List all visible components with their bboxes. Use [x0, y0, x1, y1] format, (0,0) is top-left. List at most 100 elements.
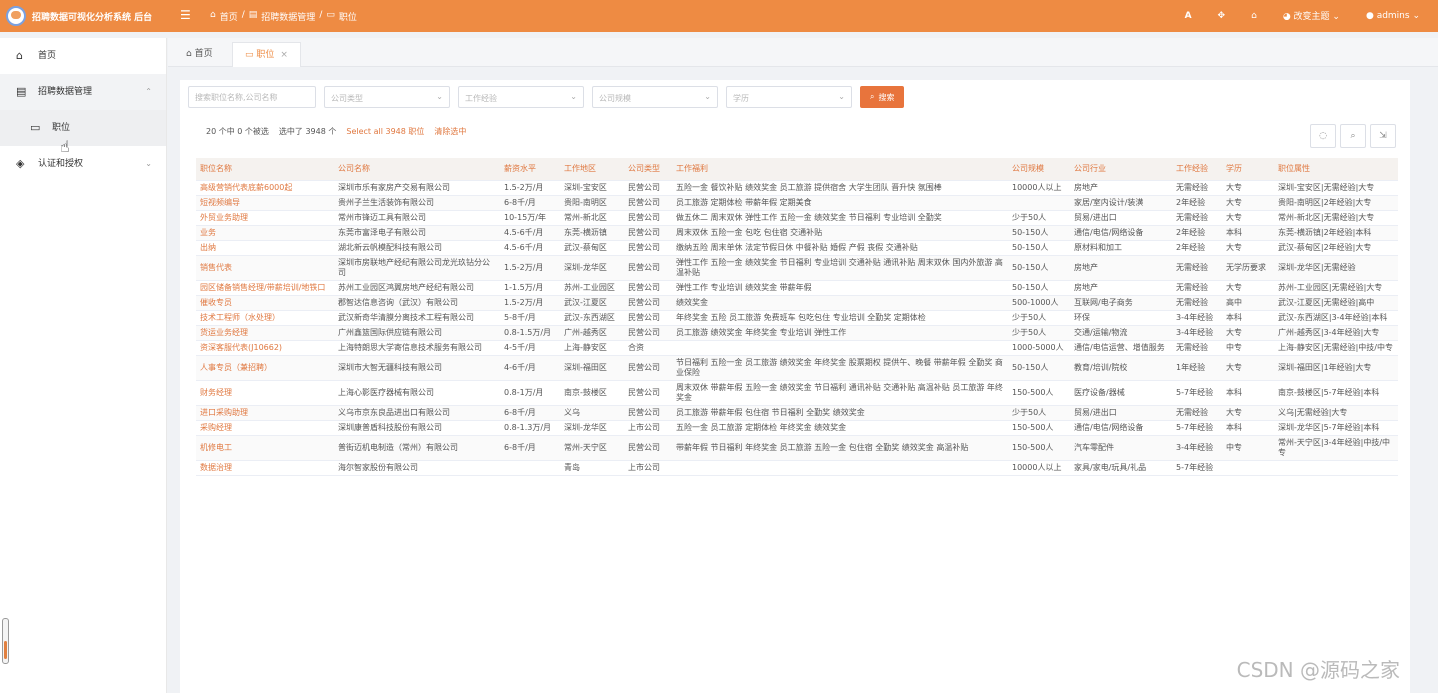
job-icon: ▭ [326, 10, 335, 20]
job-title-cell[interactable]: 外贸业务助理 [196, 210, 334, 226]
job-title-cell[interactable]: 销售代表 [196, 255, 334, 281]
experience-cell: 1年经验 [1172, 355, 1222, 381]
education-select[interactable]: 学历 ⌄ [726, 86, 852, 108]
column-header[interactable]: 公司类型 [624, 158, 672, 181]
job-title-cell[interactable]: 进口采购助理 [196, 405, 334, 421]
column-header[interactable]: 工作经验 [1172, 158, 1222, 181]
job-title-cell[interactable]: 资深客服代表(J10662) [196, 340, 334, 356]
job-title-cell[interactable]: 人事专员（兼招聘） [196, 355, 334, 381]
scroll-indicator[interactable] [2, 618, 9, 664]
salary-cell [500, 460, 560, 476]
tab-home[interactable]: ⌂ 首页 [174, 42, 225, 66]
company-type-select[interactable]: 公司类型 ⌄ [324, 86, 450, 108]
education-cell: 本科 [1222, 225, 1274, 241]
education-cell: 大专 [1222, 325, 1274, 341]
user-menu[interactable]: ● admins ⌄ [1366, 11, 1420, 21]
table-row[interactable]: 业务 东莞市富泽电子有限公司 4.5-6千/月 东莞-横沥镇 民营公司 周末双休 五险一金… [196, 225, 1398, 241]
clear-selection-link[interactable]: 清除选中 [434, 126, 466, 137]
experience-cell: 5-7年经验 [1172, 420, 1222, 436]
job-title-cell[interactable]: 短视频编导 [196, 195, 334, 211]
region-cell: 深圳-福田区 [560, 355, 624, 381]
industry-cell: 家居/室内设计/装潢 [1070, 195, 1172, 211]
benefits-cell: 绩效奖金 [672, 295, 1008, 311]
select-all-link[interactable]: Select all 3948 职位 [346, 126, 424, 137]
column-header[interactable]: 职位属性 [1274, 158, 1398, 181]
theme-menu[interactable]: ◕ 改变主题 ⌄ [1283, 9, 1340, 22]
home-link-icon[interactable]: ⌂ [1251, 11, 1257, 21]
breadcrumb-recruit-data[interactable]: 招聘数据管理 [261, 10, 315, 23]
table-row[interactable]: 技术工程师（水处理） 武汉新奇华清膜分离技术工程有限公司 5-8千/月 武汉-东西湖区… [196, 310, 1398, 326]
table-row[interactable]: 销售代表 深圳市房联地产经纪有限公司龙光玖钻分公司 1.5-2万/月 深圳-龙华区 民营… [196, 255, 1398, 281]
company-size-cell: 150-500人 [1008, 380, 1070, 406]
breadcrumb-home[interactable]: 首页 [220, 10, 238, 23]
database-icon: ▤ [248, 10, 258, 20]
column-header[interactable]: 公司规模 [1008, 158, 1070, 181]
column-header[interactable]: 公司名称 [334, 158, 500, 181]
experience-select[interactable]: 工作经验 ⌄ [458, 86, 584, 108]
job-title-cell[interactable]: 机修电工 [196, 435, 334, 461]
education-cell: 无学历要求 [1222, 255, 1274, 281]
sidebar-item-auth[interactable]: ◈ 认证和授权 ⌄ [0, 146, 166, 182]
job-title-cell[interactable]: 高级营销代表底薪6000起 [196, 180, 334, 196]
tab-label: 首页 [194, 49, 213, 59]
job-title-cell[interactable]: 园区储备销售经理/带薪培训/地铁口 [196, 280, 334, 296]
table-row[interactable]: 财务经理 上海心影医疗器械有限公司 0.8-1万/月 南京-鼓楼区 民营公司 周末双休 带… [196, 380, 1398, 406]
company-scale-select[interactable]: 公司规模 ⌄ [592, 86, 718, 108]
job-title-cell[interactable]: 数据治理 [196, 460, 334, 476]
job-title-cell[interactable]: 业务 [196, 225, 334, 241]
job-title-cell[interactable]: 财务经理 [196, 380, 334, 406]
search-input[interactable] [189, 87, 315, 107]
jobs-table: 职位名称 公司名称 薪资水平 工作地区 公司类型 工作福利 公司规模 公司行业 … [196, 158, 1398, 476]
search-button[interactable]: ⌕ 搜索 [860, 86, 905, 108]
company-size-cell: 10000人以上 [1008, 180, 1070, 196]
breadcrumb: ⌂ 首页 / ▤ 招聘数据管理 / ▭ 职位 [210, 10, 357, 23]
export-icon[interactable]: ⇲ [1370, 124, 1396, 148]
table-row[interactable]: 园区储备销售经理/带薪培训/地铁口 苏州工业园区鸿翼房地产经纪有限公司 1-1.5万… [196, 280, 1398, 296]
sidebar-item-home[interactable]: ⌂ 首页 [0, 38, 166, 74]
job-title-cell[interactable]: 采购经理 [196, 420, 334, 436]
table-row[interactable]: 进口采购助理 义乌市京东良品进出口有限公司 6-8千/月 义乌 民营公司 员工旅游 带薪年… [196, 405, 1398, 421]
select-placeholder: 工作经验 [465, 94, 497, 103]
education-cell [1222, 460, 1274, 476]
column-header[interactable]: 学历 [1222, 158, 1274, 181]
column-header[interactable]: 薪资水平 [500, 158, 560, 181]
table-row[interactable]: 机修电工 普街迈机电制造（常州）有限公司 6-8千/月 常州-天宁区 民营公司 带薪年假 … [196, 435, 1398, 461]
table-row[interactable]: 资深客服代表(J10662) 上海特朗思大学寄信息技术服务有限公司 4-5千/月 上海… [196, 340, 1398, 356]
company-type-cell: 民营公司 [624, 355, 672, 381]
sidebar-item-jobs[interactable]: ▭ 职位 [0, 110, 166, 146]
table-row[interactable]: 货运业务经理 广州鑫篮国际供应链有限公司 0.8-1.5万/月 广州-越秀区 民营公司员… [196, 325, 1398, 341]
table-row[interactable]: 数据治理 海尔智家股份有限公司 青岛 上市公司 10000人以上 家具/家电/玩具/礼品 5… [196, 460, 1398, 476]
fullscreen-icon[interactable]: ✥ [1218, 11, 1226, 21]
app-title[interactable]: 招聘数据可视化分析系统 后台 [32, 10, 152, 23]
tab-jobs[interactable]: ▭ 职位 × [232, 42, 301, 67]
search-field[interactable] [188, 86, 316, 108]
job-title-cell[interactable]: 技术工程师（水处理） [196, 310, 334, 326]
job-title-cell[interactable]: 货运业务经理 [196, 325, 334, 341]
breadcrumb-separator: / [319, 10, 323, 20]
table-row[interactable]: 催收专员 郡智达信息咨询（武汉）有限公司 1.5-2万/月 武汉-江夏区 民营公司 绩效奖… [196, 295, 1398, 311]
table-row[interactable]: 出纳 湖北新云帆模配科技有限公司 4.5-6千/月 武汉-蔡甸区 民营公司 缴纳五险 周末… [196, 240, 1398, 256]
region-cell: 东莞-横沥镇 [560, 225, 624, 241]
sidebar-item-label: 职位 [52, 123, 71, 133]
experience-cell: 2年经验 [1172, 225, 1222, 241]
menu-toggle-icon[interactable]: ☰ [180, 8, 191, 22]
column-header[interactable]: 公司行业 [1070, 158, 1172, 181]
table-row[interactable]: 短视频编导 贵州子兰生活装饰有限公司 6-8千/月 贵阳-南明区 民营公司 员工旅游 定期… [196, 195, 1398, 211]
table-row[interactable]: 采购经理 深圳康普盾科技股份有限公司 0.8-1.3万/月 深圳-龙华区 上市公司 五险一… [196, 420, 1398, 436]
job-title-cell[interactable]: 催收专员 [196, 295, 334, 311]
table-row[interactable]: 人事专员（兼招聘） 深圳市大智无疆科技有限公司 4-6千/月 深圳-福田区 民营公司 节日… [196, 355, 1398, 381]
close-icon[interactable]: × [280, 50, 288, 60]
theme-label: 改变主题 [1293, 12, 1330, 22]
font-size-icon[interactable]: A [1185, 11, 1192, 21]
column-header[interactable]: 职位名称 [196, 158, 334, 181]
filter-icon[interactable]: ◌ [1310, 124, 1336, 148]
table-row[interactable]: 高级营销代表底薪6000起 深圳市乐有家房产交易有限公司 1.5-2万/月 深圳-宝安… [196, 180, 1398, 196]
job-title-cell[interactable]: 出纳 [196, 240, 334, 256]
company-cell: 普街迈机电制造（常州）有限公司 [334, 435, 500, 461]
column-header[interactable]: 工作福利 [672, 158, 1008, 181]
table-row[interactable]: 外贸业务助理 常州市锋迈工具有限公司 10-15万/年 常州-新北区 民营公司 做五休二 … [196, 210, 1398, 226]
search-icon[interactable]: ⌕ [1340, 124, 1366, 148]
sidebar-item-recruit-data[interactable]: ▤ 招聘数据管理 ⌃ [0, 74, 166, 110]
column-header[interactable]: 工作地区 [560, 158, 624, 181]
education-cell: 大专 [1222, 195, 1274, 211]
